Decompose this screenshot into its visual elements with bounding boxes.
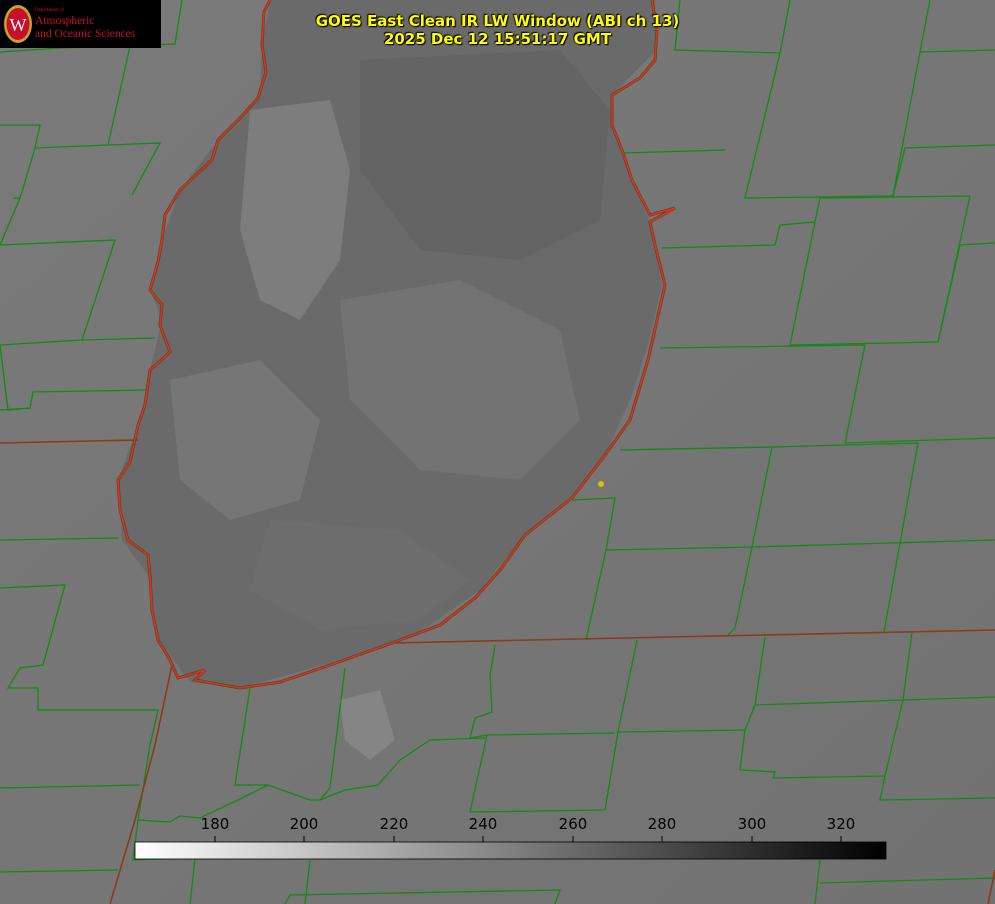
colorbar-tick-label: 180 — [200, 815, 230, 833]
logo-dept-text: Department of — [35, 8, 65, 13]
logo-line1: Atmospheric — [35, 15, 95, 27]
uw-crest-icon: W — [4, 5, 32, 43]
image-title: GOES East Clean IR LW Window (ABI ch 13) — [315, 12, 680, 30]
colorbar-tick-label: 320 — [826, 815, 856, 833]
station-marker — [598, 481, 604, 487]
colorbar-tick-label: 300 — [737, 815, 767, 833]
colorbar-tick-label: 200 — [289, 815, 319, 833]
colorbar-tick-label: 280 — [647, 815, 677, 833]
colorbar-tick-label: 220 — [379, 815, 409, 833]
uw-aos-logo: W Department of Atmospheric and Oceanic … — [0, 0, 161, 48]
satellite-ir-map — [0, 0, 995, 904]
image-timestamp: 2025 Dec 12 15:51:17 GMT — [383, 30, 612, 48]
colorbar — [134, 841, 887, 860]
svg-text:W: W — [10, 15, 27, 35]
logo-line2: and Oceanic Sciences — [35, 28, 136, 40]
colorbar-tick-label: 260 — [558, 815, 588, 833]
colorbar-tick-label: 240 — [468, 815, 498, 833]
